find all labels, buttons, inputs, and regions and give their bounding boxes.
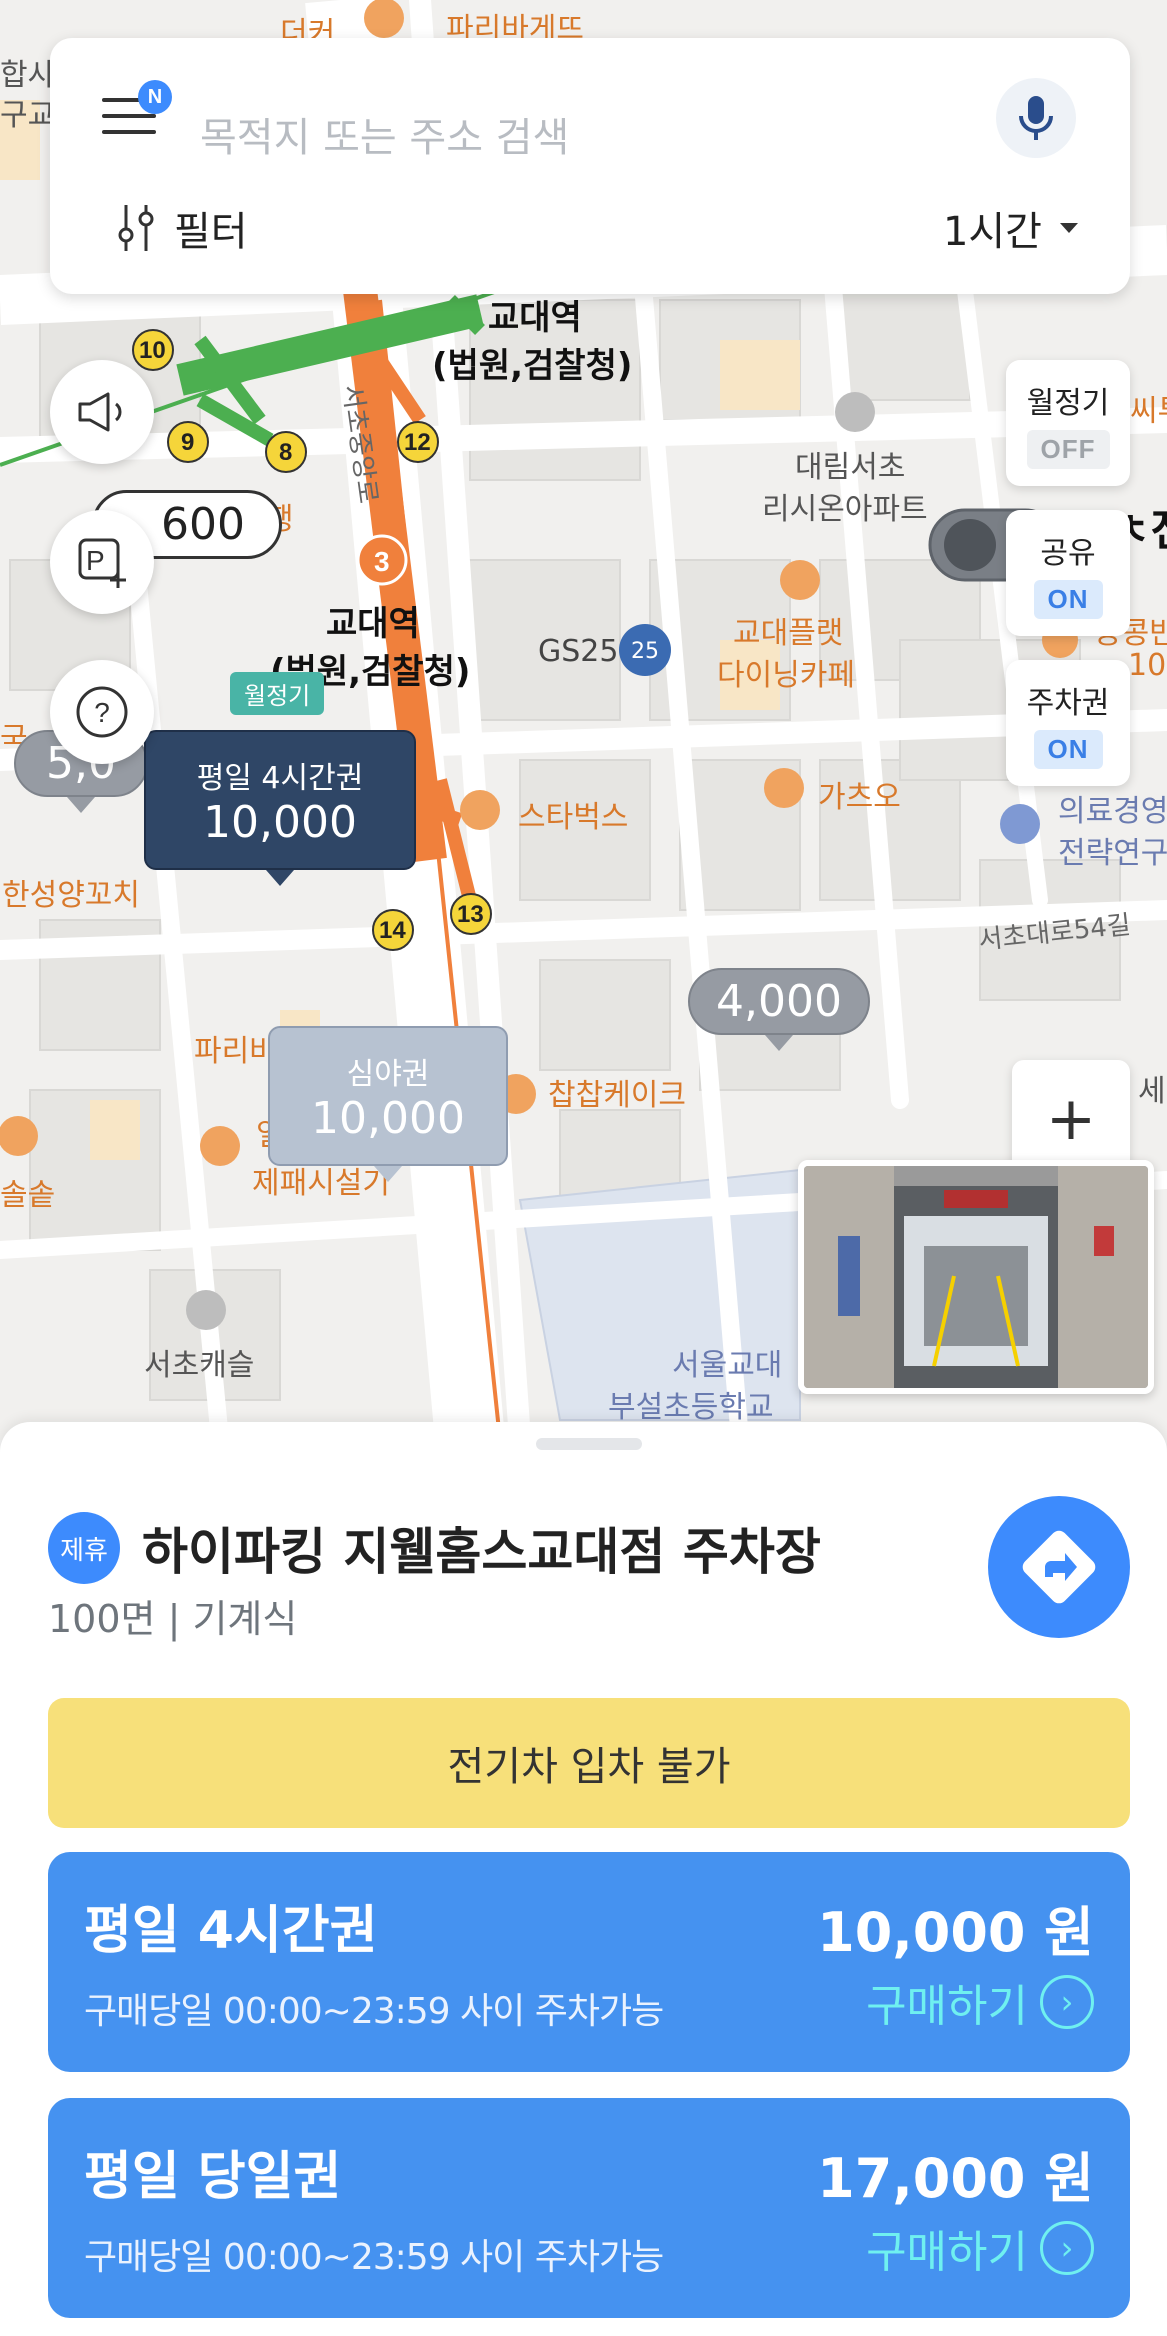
toggle-label: 월정기 — [1026, 385, 1110, 421]
duration-select[interactable]: 1시간 — [943, 188, 1080, 268]
svg-text:25: 25 — [631, 639, 659, 664]
buy-label: 구매하기 — [866, 1981, 1028, 2032]
marker-ticket-name: 심야권 — [346, 1056, 430, 1092]
chevron-right-icon: › — [1040, 1975, 1094, 2029]
label-top-left: 합사 — [0, 58, 56, 93]
label-top-left-sub: 구교 — [0, 98, 56, 133]
partner-badge: 제휴 — [48, 1512, 120, 1584]
toggle-ticket[interactable]: 주차권 ON — [1006, 660, 1130, 786]
label-chapchap: 찹찹케이크 — [548, 1078, 686, 1113]
megaphone-icon — [78, 392, 122, 432]
label-daerim: 대림서초 — [795, 450, 906, 485]
label-gs25: GS25 — [538, 634, 619, 669]
marker-ticket-name: 평일 4시간권 — [196, 760, 364, 796]
price-marker-selected[interactable]: 평일 4시간권 10,000 — [144, 730, 416, 886]
buy-button[interactable]: 구매하기 › — [866, 2216, 1094, 2280]
ev-notice-banner: 전기차 입차 불가 — [48, 1698, 1130, 1828]
svg-text:?: ? — [94, 697, 110, 728]
microphone-icon — [1019, 96, 1053, 140]
ticket-card[interactable]: 평일 당일권 구매당일 00:00~23:59 사이 주차가능 17,000 원… — [48, 2098, 1130, 2318]
label-frag-jung-sub: 10 — [1128, 648, 1167, 683]
label-daerim-sub: 리시온아파트 — [762, 492, 928, 527]
duration-value: 1시간 — [942, 209, 1042, 255]
toggle-state: ON — [1033, 579, 1103, 619]
exit-8: 8 — [279, 439, 293, 466]
label-hansung: 한성양꼬치 — [2, 878, 140, 913]
help-button[interactable]: ? — [50, 660, 154, 764]
directions-icon — [1022, 1530, 1096, 1604]
label-starbucks: 스타벅스 — [518, 800, 629, 835]
buy-button[interactable]: 구매하기 › — [866, 1970, 1094, 2034]
parking-detail-sheet[interactable]: 제휴 하이파킹 지웰홈스교대점 주차장 100면 | 기계식 전기차 입차 불가… — [0, 1422, 1167, 2336]
toggle-state: OFF — [1026, 429, 1110, 469]
toggle-monthly[interactable]: 월정기 OFF — [1006, 360, 1130, 486]
toggle-shared[interactable]: 공유 ON — [1006, 510, 1130, 636]
filter-button[interactable]: 필터 — [116, 188, 248, 268]
sheet-drag-handle[interactable] — [536, 1438, 642, 1450]
label-medical-sub: 전략연구 — [1058, 836, 1167, 871]
ticket-description: 구매당일 00:00~23:59 사이 주차가능 — [84, 1991, 664, 2032]
exit-10: 10 — [139, 337, 166, 364]
directions-button[interactable] — [988, 1496, 1130, 1638]
add-parking-button[interactable]: P — [50, 510, 154, 614]
map-view[interactable]: 25 교대역 (법원,검찰청) 교대역 (법원,검찰청) 서초중앙로 대림서초 … — [0, 0, 1167, 1440]
filter-label: 필터 — [174, 209, 248, 255]
label-school-sub: 부설초등학교 — [608, 1390, 774, 1425]
ticket-card[interactable]: 평일 4시간권 구매당일 00:00~23:59 사이 주차가능 10,000 … — [48, 1852, 1130, 2072]
station-label-top: 교대역 — [488, 298, 582, 338]
help-icon: ? — [76, 686, 128, 738]
voice-search-button[interactable] — [996, 78, 1076, 158]
new-badge: N — [138, 80, 172, 114]
search-card: N 필터 1시간 — [50, 38, 1130, 294]
exit-13: 13 — [457, 901, 484, 928]
label-school: 서울교대 — [672, 1348, 783, 1383]
marker-price: 10,000 — [311, 1092, 465, 1144]
announcement-button[interactable] — [50, 360, 154, 464]
station-label-mid: 교대역 — [326, 604, 420, 644]
ticket-name: 평일 당일권 — [84, 2147, 342, 2207]
monthly-tag: 월정기 — [230, 672, 325, 715]
chevron-right-icon: › — [1040, 2221, 1094, 2275]
filter-sliders-icon — [118, 205, 154, 251]
parking-photo-thumbnail[interactable] — [798, 1160, 1154, 1394]
label-frag-right: 씨투 — [1130, 394, 1167, 429]
parking-lot-info: 100면 | 기계식 — [48, 1597, 298, 1641]
marker-price: 10,000 — [203, 796, 357, 848]
caret-down-icon — [1060, 223, 1078, 233]
toggle-label: 주차권 — [1026, 685, 1110, 721]
label-paris-mid: 파리바 — [194, 1034, 277, 1069]
ticket-price: 10,000 원 — [817, 1901, 1094, 1964]
toggle-state: ON — [1033, 729, 1103, 769]
label-frag-left2: 솔솥 — [0, 1178, 56, 1213]
label-gacho: 가츠오 — [818, 780, 901, 815]
svg-text:P: P — [86, 545, 105, 576]
label-gyodae-flat-sub: 다이닝카페 — [717, 658, 855, 693]
label-seocho-castle: 서초캐슬 — [144, 1348, 255, 1383]
toggle-label: 공유 — [1040, 535, 1096, 571]
price-marker-night[interactable]: 심야권 10,000 — [268, 1026, 508, 1182]
label-gyodae-flat: 교대플랫 — [733, 616, 844, 651]
ticket-description: 구매당일 00:00~23:59 사이 주차가능 — [84, 2237, 664, 2278]
parking-photo — [804, 1166, 1148, 1388]
exit-9: 9 — [181, 429, 195, 456]
exit-14: 14 — [379, 917, 406, 944]
parking-lot-name: 하이파킹 지웰홈스교대점 주차장 — [142, 1523, 821, 1581]
exit-3: 3 — [374, 546, 390, 577]
station-label-top-sub: (법원,검찰청) — [432, 346, 633, 386]
marker-price: 600 — [161, 499, 245, 550]
marker-price: 4,000 — [716, 976, 842, 1027]
search-input[interactable] — [200, 108, 1000, 168]
ticket-price: 17,000 원 — [817, 2147, 1094, 2210]
label-medical: 의료경영 — [1058, 794, 1167, 829]
label-frag-le: 세 — [1138, 1074, 1166, 1109]
parking-add-icon: P — [78, 538, 126, 588]
buy-label: 구매하기 — [866, 2227, 1028, 2278]
price-marker-4000[interactable]: 4,000 — [688, 968, 870, 1051]
exit-12: 12 — [404, 429, 431, 456]
ticket-name: 평일 4시간권 — [84, 1901, 378, 1961]
